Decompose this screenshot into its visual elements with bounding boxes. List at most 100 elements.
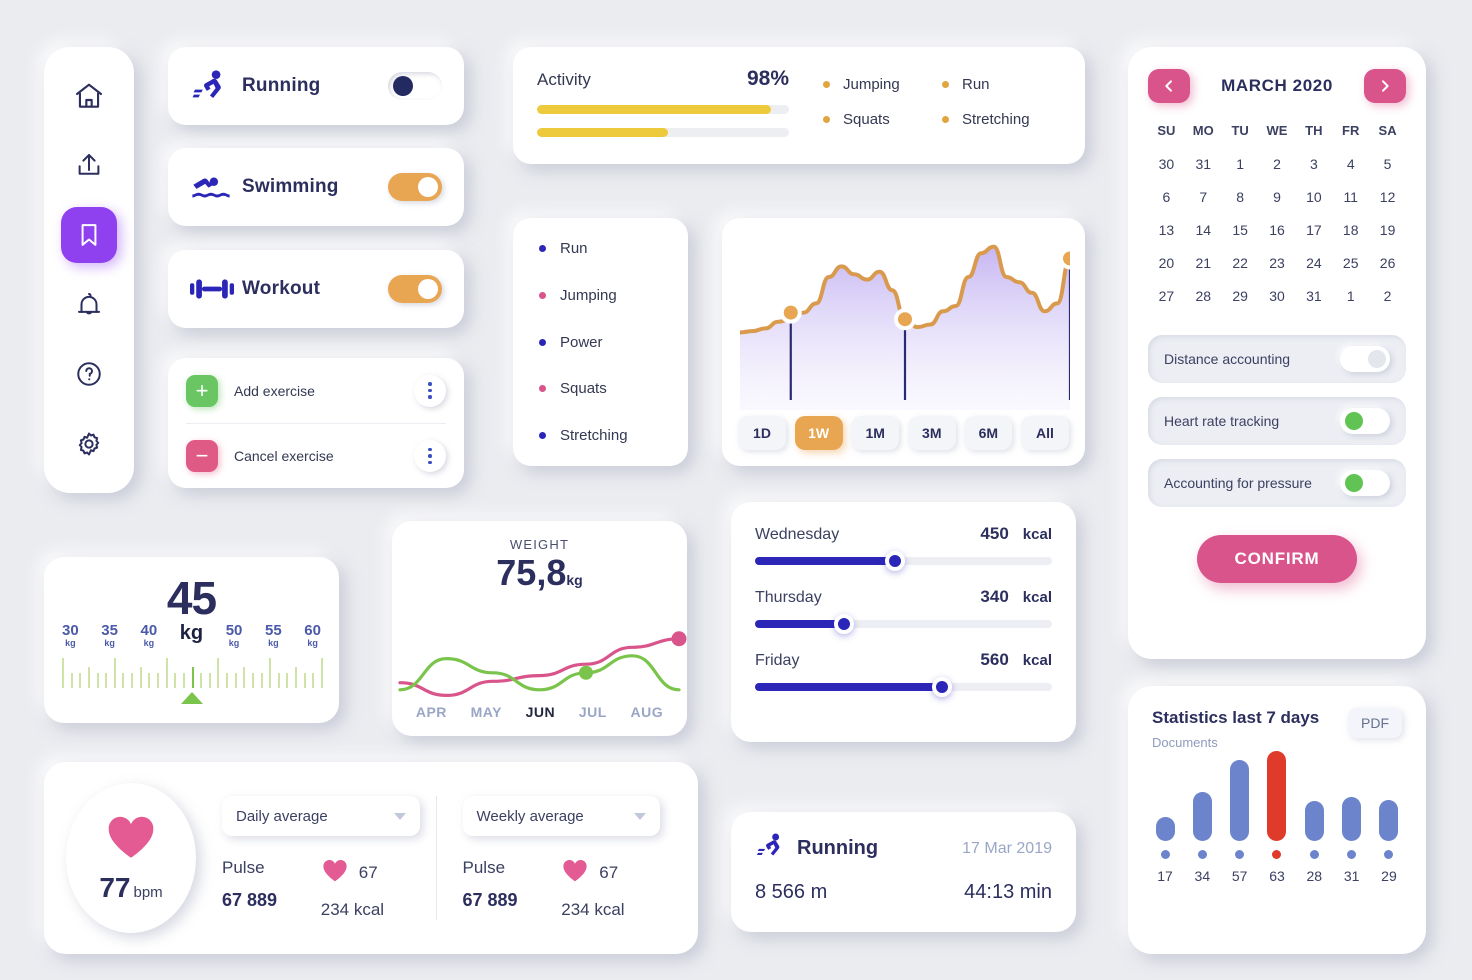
month-aug[interactable]: AUG xyxy=(631,704,664,720)
calendar-day[interactable]: 16 xyxy=(1259,217,1296,243)
running-summary-card[interactable]: Running 17 Mar 2019 8 566 m 44:13 min xyxy=(731,812,1076,932)
calendar-day[interactable]: 17 xyxy=(1295,217,1332,243)
calendar-day[interactable]: 28 xyxy=(1185,283,1222,309)
sidebar-item-help[interactable] xyxy=(61,346,117,402)
calendar-day[interactable]: 30 xyxy=(1148,151,1185,177)
calendar-day[interactable]: 6 xyxy=(1148,184,1185,210)
activity-card-workout[interactable]: Workout xyxy=(168,250,464,328)
calendar-day[interactable]: 8 xyxy=(1222,184,1259,210)
range-button-1m[interactable]: 1M xyxy=(851,416,900,450)
calendar-day[interactable]: 15 xyxy=(1222,217,1259,243)
calendar-day[interactable]: 1 xyxy=(1332,283,1369,309)
activity-card-running[interactable]: Running xyxy=(168,47,464,125)
calendar-day[interactable]: 30 xyxy=(1259,283,1296,309)
calendar-day[interactable]: 13 xyxy=(1148,217,1185,243)
activity-toggle-running[interactable] xyxy=(388,72,442,100)
calendar-day[interactable]: 2 xyxy=(1369,283,1406,309)
calendar-day[interactable]: 5 xyxy=(1369,151,1406,177)
sidebar-item-bookmark[interactable] xyxy=(61,207,117,264)
sidebar-item-upload[interactable] xyxy=(61,137,117,193)
legend-dot-icon xyxy=(539,385,546,393)
bar-label: 31 xyxy=(1343,868,1360,884)
slider-row-wednesday: Wednesday 450 kcal xyxy=(755,524,1052,571)
daily-average-select[interactable]: Daily average xyxy=(222,796,420,836)
activity-card-swimming[interactable]: Swimming xyxy=(168,148,464,226)
month-jul[interactable]: JUL xyxy=(579,704,607,720)
list-item[interactable]: + Add exercise xyxy=(186,358,446,423)
prev-month-button[interactable] xyxy=(1148,69,1190,103)
range-button-all[interactable]: All xyxy=(1020,416,1069,450)
data-point-marker[interactable] xyxy=(898,312,912,327)
calendar-day[interactable]: 31 xyxy=(1185,151,1222,177)
calendar-day[interactable]: 24 xyxy=(1295,250,1332,276)
scale-ruler[interactable] xyxy=(62,654,323,689)
swimming-icon xyxy=(190,172,234,202)
calendar-day[interactable]: 31 xyxy=(1295,283,1332,309)
ruler-tick xyxy=(208,673,211,689)
range-button-3m[interactable]: 3M xyxy=(907,416,956,450)
calendar-day[interactable]: 27 xyxy=(1148,283,1185,309)
calendar-day[interactable]: 23 xyxy=(1259,250,1296,276)
calendar-day[interactable]: 22 xyxy=(1222,250,1259,276)
range-button-6m[interactable]: 6M xyxy=(964,416,1013,450)
calendar-day[interactable]: 26 xyxy=(1369,250,1406,276)
more-options-icon[interactable] xyxy=(414,440,446,472)
calendar-day[interactable]: 25 xyxy=(1332,250,1369,276)
calendar-day[interactable]: 1 xyxy=(1222,151,1259,177)
more-options-icon[interactable] xyxy=(414,374,446,407)
legend-item: Squats xyxy=(823,111,942,128)
sidebar-item-home[interactable] xyxy=(61,68,117,124)
calendar-day[interactable]: 21 xyxy=(1185,250,1222,276)
month-jun[interactable]: JUN xyxy=(526,704,556,720)
calendar-day[interactable]: 4 xyxy=(1332,151,1369,177)
pdf-export-button[interactable]: PDF xyxy=(1348,708,1402,738)
month-apr[interactable]: APR xyxy=(416,704,447,720)
ruler-tick xyxy=(131,673,134,689)
legend-item: Jumping xyxy=(823,76,942,93)
ruler-tick xyxy=(277,673,280,689)
calendar-day[interactable]: 2 xyxy=(1259,151,1296,177)
toggle-distance-accounting[interactable] xyxy=(1340,346,1390,372)
next-month-button[interactable] xyxy=(1364,69,1406,103)
legend-dot-icon xyxy=(539,432,546,439)
calendar-day[interactable]: 18 xyxy=(1332,217,1369,243)
range-button-1d[interactable]: 1D xyxy=(738,416,786,450)
calendar-day[interactable]: 3 xyxy=(1295,151,1332,177)
bar-dot-icon xyxy=(1160,850,1170,859)
slider-handle[interactable] xyxy=(834,614,855,634)
sidebar-item-notifications[interactable] xyxy=(61,277,117,333)
range-button-1w[interactable]: 1W xyxy=(794,416,843,450)
activity-toggle-swimming[interactable] xyxy=(388,173,442,201)
activity-label: Workout xyxy=(242,278,321,299)
calendar-day[interactable]: 12 xyxy=(1369,184,1406,210)
ruler-tick xyxy=(269,658,272,689)
weekly-average-select[interactable]: Weekly average xyxy=(462,796,660,836)
calendar-day[interactable]: 14 xyxy=(1185,217,1222,243)
slider-track[interactable] xyxy=(755,614,1052,634)
list-item[interactable]: − Cancel exercise xyxy=(186,423,446,488)
calendar-day[interactable]: 29 xyxy=(1222,283,1259,309)
toggle-accounting-for-pressure[interactable] xyxy=(1340,470,1390,496)
confirm-button[interactable]: CONFIRM xyxy=(1197,535,1357,583)
sidebar-item-settings[interactable] xyxy=(61,416,117,472)
calendar-day[interactable]: 20 xyxy=(1148,250,1185,276)
activity-toggle-workout[interactable] xyxy=(388,275,442,303)
toggle-row-heart-rate[interactable]: Heart rate tracking xyxy=(1148,397,1406,445)
upload-icon xyxy=(74,150,104,180)
slider-track[interactable] xyxy=(755,551,1052,571)
legend-dot-icon xyxy=(942,81,949,88)
data-point-marker[interactable] xyxy=(783,305,798,320)
activity-label: Swimming xyxy=(242,176,339,197)
calendar-day[interactable]: 7 xyxy=(1185,184,1222,210)
toggle-row-pressure[interactable]: Accounting for pressure xyxy=(1148,459,1406,507)
toggle-row-distance[interactable]: Distance accounting xyxy=(1148,335,1406,383)
calendar-day[interactable]: 10 xyxy=(1295,184,1332,210)
slider-track[interactable] xyxy=(755,677,1052,697)
toggle-heart-rate-tracking[interactable] xyxy=(1340,408,1390,434)
calendar-day[interactable]: 9 xyxy=(1259,184,1296,210)
slider-handle[interactable] xyxy=(884,551,905,571)
slider-handle[interactable] xyxy=(932,677,953,697)
calendar-day[interactable]: 11 xyxy=(1332,184,1369,210)
calendar-day[interactable]: 19 xyxy=(1369,217,1406,243)
month-may[interactable]: MAY xyxy=(471,704,502,720)
